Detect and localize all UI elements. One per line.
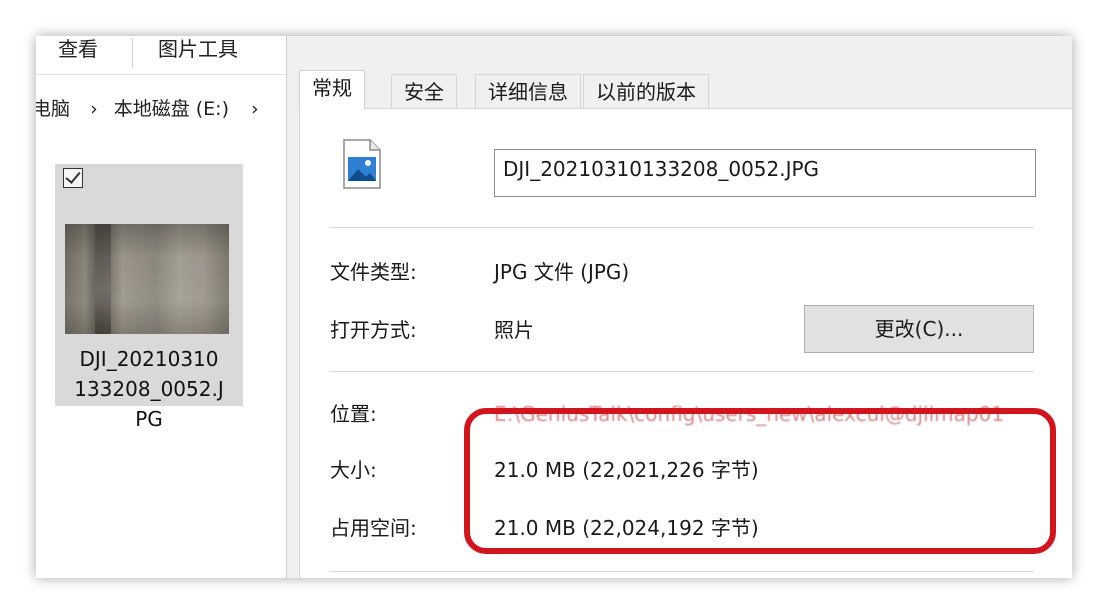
disk-size-value: 21.0 MB (22,024,192 字节) (494, 516, 759, 540)
file-type-value: JPG 文件 (JPG) (494, 260, 630, 284)
size-value: 21.0 MB (22,021,226 字节) (494, 458, 759, 482)
tab-details[interactable]: 详细信息 (475, 74, 581, 108)
location-value: E:\GeniusTalk\config\users_new\alexcui@d… (494, 402, 1005, 426)
location-label: 位置: (330, 402, 377, 426)
general-panel: DJI_20210310133208_0052.JPG 文件类型: JPG 文件… (299, 108, 1072, 578)
divider (330, 227, 1034, 228)
file-type-label: 文件类型: (330, 260, 417, 284)
disk-size-label: 占用空间: (330, 516, 417, 540)
file-item[interactable]: DJI_20210310133208_0052.JPG (55, 164, 243, 431)
ribbon-tab-picture-tools[interactable]: 图片工具 (158, 36, 238, 64)
file-explorer: 查看 图片工具 电脑 › 本地磁盘 (E:) › DJI_20210310133… (36, 36, 286, 578)
tab-previous-versions[interactable]: 以前的版本 (583, 74, 709, 108)
open-with-label: 打开方式: (330, 318, 417, 342)
file-name-field[interactable]: DJI_20210310133208_0052.JPG (494, 149, 1036, 197)
chevron-right-icon: › (90, 98, 98, 120)
checkbox-checked-icon[interactable] (63, 168, 83, 188)
tab-security[interactable]: 安全 (391, 74, 457, 108)
properties-dialog: 常规 安全 详细信息 以前的版本 DJI_20210310133208_0052… (286, 36, 1072, 578)
ribbon-tab-view[interactable]: 查看 (58, 36, 98, 64)
ribbon: 查看 图片工具 (36, 36, 286, 75)
file-item-name: DJI_20210310133208_0052.JPG (55, 344, 243, 434)
tab-general[interactable]: 常规 (299, 70, 365, 109)
divider (330, 371, 1034, 372)
size-label: 大小: (330, 458, 377, 482)
breadcrumb: 电脑 › 本地磁盘 (E:) › (36, 94, 267, 124)
file-item-name-text: DJI_20210310133208_0052.JPG (74, 347, 224, 431)
change-button[interactable]: 更改(C)... (804, 305, 1034, 353)
file-thumbnail (65, 224, 229, 334)
ribbon-separator (132, 38, 133, 68)
image-file-icon (343, 139, 381, 189)
open-with-value: 照片 (494, 318, 534, 342)
breadcrumb-item-pc[interactable]: 电脑 (36, 98, 70, 120)
breadcrumb-item-drive-e[interactable]: 本地磁盘 (E:) (114, 98, 229, 120)
divider (330, 571, 1034, 572)
screenshot-frame: 查看 图片工具 电脑 › 本地磁盘 (E:) › DJI_20210310133… (36, 36, 1072, 578)
chevron-right-icon: › (251, 98, 259, 120)
